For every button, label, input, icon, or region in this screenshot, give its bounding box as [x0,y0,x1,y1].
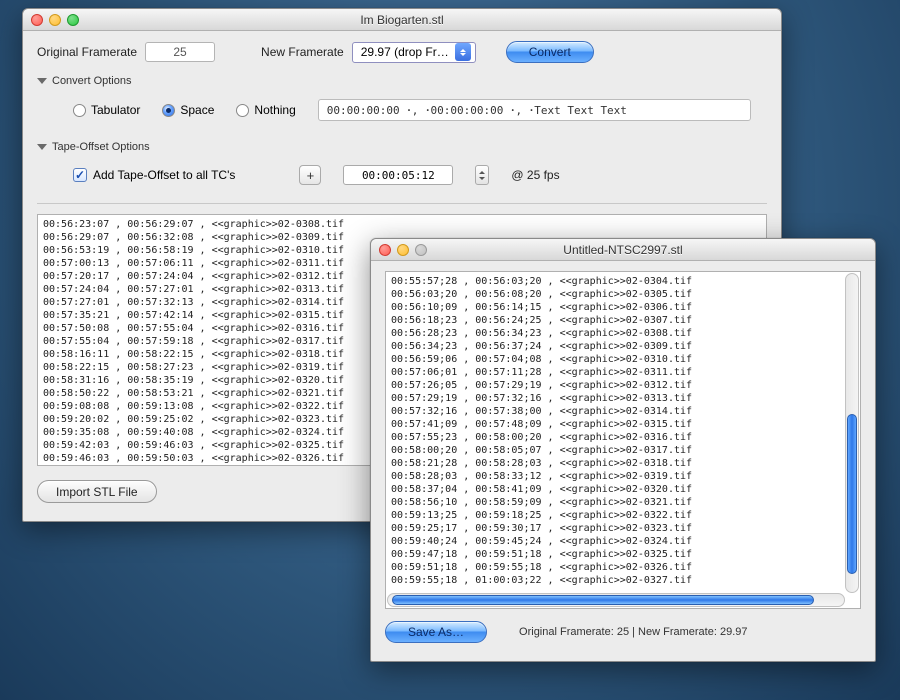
add-tape-offset-checkbox[interactable]: ✓ Add Tape-Offset to all TC's [73,168,235,182]
offset-fps-label: @ 25 fps [511,168,559,182]
offset-stepper[interactable] [475,165,489,185]
new-framerate-select[interactable]: 29.97 (drop Fr… [352,42,476,63]
horizontal-scrollbar[interactable] [387,593,845,607]
titlebar[interactable]: Untitled-NTSC2997.stl [371,239,875,261]
import-stl-button[interactable]: Import STL File [37,480,157,503]
stl-listing[interactable]: 00:55:57;28 , 00:56:03;20 , <<graphic>>0… [385,271,861,609]
tape-offset-group: ✓ Add Tape-Offset to all TC's + 00:00:05… [37,159,767,193]
new-framerate-value: 29.97 (drop Fr… [361,45,449,59]
original-framerate-label: Original Framerate [37,45,137,59]
window-untitled: Untitled-NTSC2997.stl 00:55:57;28 , 00:5… [370,238,876,662]
tape-offset-disclosure[interactable]: Tape-Offset Options [37,141,767,153]
window-title: Untitled-NTSC2997.stl [371,243,875,257]
chevron-updown-icon [455,43,471,61]
convert-options-group: Tabulator Space Nothing 00:00:00:00 ･, ･… [37,93,767,129]
framerate-status: Original Framerate: 25 | New Framerate: … [519,626,747,638]
convert-options-disclosure[interactable]: Convert Options [37,75,767,87]
vertical-scrollbar[interactable] [845,273,859,593]
titlebar[interactable]: Im Biogarten.stl [23,9,781,31]
format-preview: 00:00:00:00 ･, ･00:00:00:00 ･, ･Text Tex… [318,99,751,121]
window-title: Im Biogarten.stl [23,13,781,27]
scrollbar-thumb[interactable] [847,414,857,574]
radio-nothing[interactable]: Nothing [236,103,295,117]
separator [37,203,767,204]
scrollbar-thumb[interactable] [392,595,814,605]
radio-tabulator[interactable]: Tabulator [73,103,140,117]
new-framerate-label: New Framerate [261,45,344,59]
offset-timecode-field[interactable]: 00:00:05:12 [343,165,453,185]
disclosure-triangle-icon [37,144,47,155]
radio-space[interactable]: Space [162,103,214,117]
convert-button[interactable]: Convert [506,41,594,63]
disclosure-triangle-icon [37,78,47,89]
original-framerate-value: 25 [145,42,215,62]
save-as-button[interactable]: Save As… [385,621,487,643]
offset-sign-button[interactable]: + [299,165,321,185]
